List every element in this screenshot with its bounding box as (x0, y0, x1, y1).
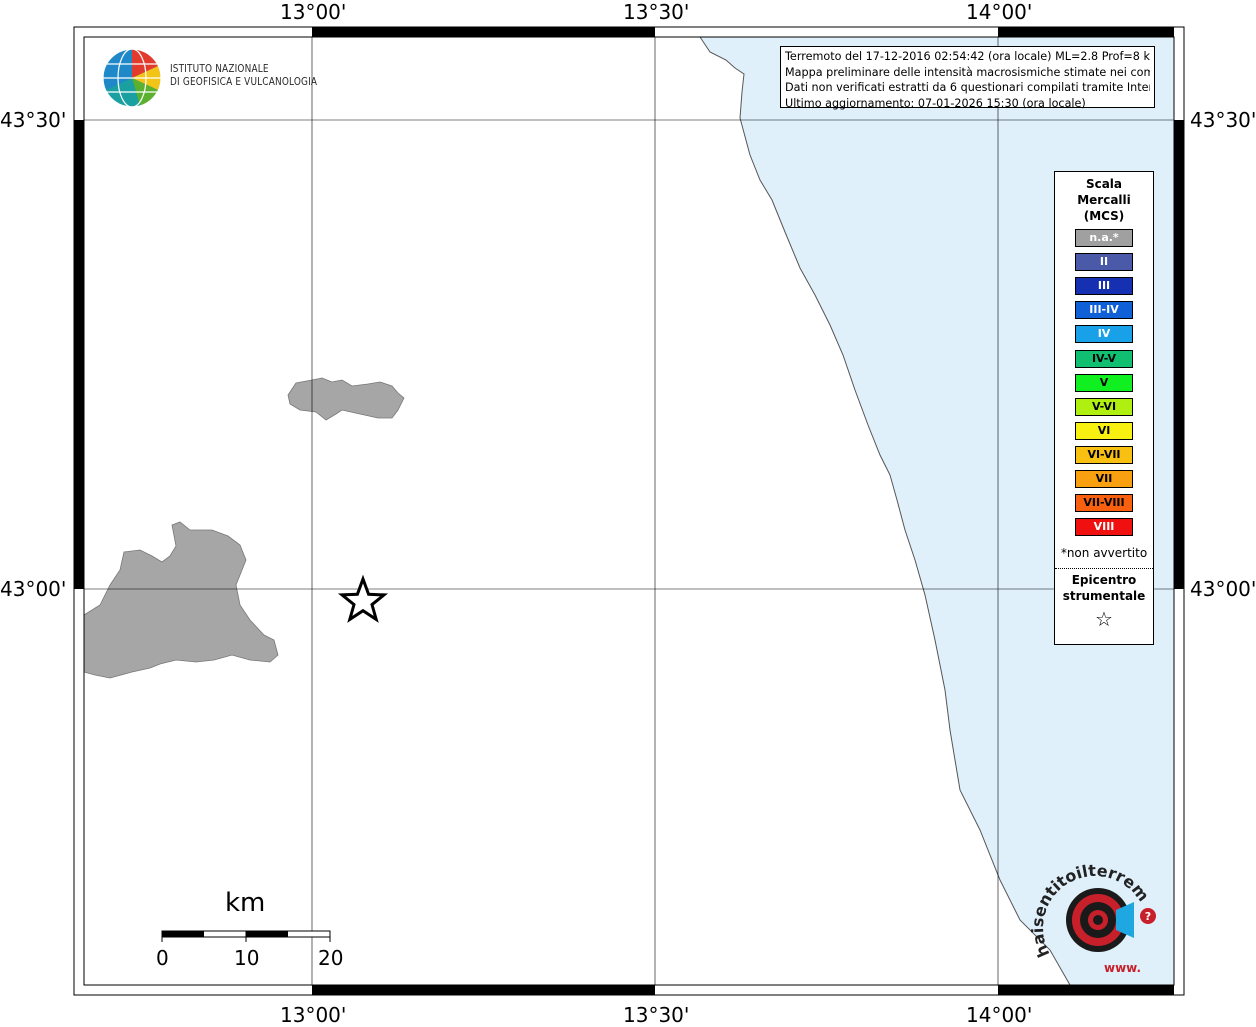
lat-label-left-1: 43°30' (0, 108, 67, 132)
haisentito-logo: ? haisentitoilterremoto.it www. (1023, 839, 1168, 984)
legend-swatch: VII (1075, 470, 1133, 488)
lon-label-top-1: 13°00' (280, 0, 347, 24)
lat-label-left-2: 43°00' (0, 577, 67, 601)
scale-tick-20: 20 (318, 946, 344, 970)
lat-label-right-1: 43°30' (1190, 108, 1256, 132)
legend-star-icon: ☆ (1095, 607, 1113, 631)
legend-swatch: III-IV (1075, 301, 1133, 320)
globe-icon (102, 48, 162, 108)
legend-swatch: VIII (1075, 518, 1133, 537)
legend-swatch: V (1075, 373, 1133, 392)
legend-swatch: II (1075, 253, 1133, 272)
legend-swatch: IV-V (1075, 349, 1133, 368)
legend-epicenter-label: Epicentro strumentale (1062, 573, 1146, 603)
legend-swatch: III (1075, 277, 1133, 296)
lon-label-bottom-3: 14°00' (966, 1003, 1033, 1027)
ingv-name: ISTITUTO NAZIONALE DI GEOFISICA E VULCAN… (170, 63, 318, 88)
intensity-legend: Scala Mercalli (MCS) n.a.* II III III-IV IV I… (1054, 171, 1154, 645)
ingv-logo: ISTITUTO NAZIONALE DI GEOFISICA E VULCAN… (100, 46, 320, 110)
legend-separator (1055, 568, 1153, 569)
scale-bar: km 0 10 20 (156, 888, 350, 970)
legend-swatch: VI (1075, 421, 1133, 440)
haisentito-logo-graphic: ? haisentitoilterremoto.it www. (1023, 839, 1156, 975)
island-large (83, 521, 279, 679)
haisentito-logo-www: www. (1104, 961, 1141, 975)
scale-unit: km (225, 888, 266, 918)
legend-swatch: IV (1075, 325, 1133, 344)
scale-tick-0: 0 (156, 946, 169, 970)
event-info-line2: Mappa preliminare delle intensità macros… (785, 65, 1150, 79)
lon-label-top-2: 13°30' (623, 0, 690, 24)
scale-tick-10: 10 (234, 946, 260, 970)
lon-label-top-3: 14°00' (966, 0, 1033, 24)
lat-label-right-2: 43°00' (1190, 577, 1256, 601)
legend-swatch: VII-VIII (1075, 494, 1133, 513)
legend-swatch: VI-VII (1075, 445, 1133, 464)
legend-note: *non avvertito (1060, 546, 1148, 560)
event-info-line1: Terremoto del 17-12-2016 02:54:42 (ora l… (785, 50, 1150, 63)
lon-label-bottom-2: 13°30' (623, 1003, 690, 1027)
lon-label-bottom-1: 13°00' (280, 1003, 347, 1027)
island-small (287, 377, 405, 421)
legend-swatch: V-VI (1075, 397, 1133, 416)
event-info-line4: Ultimo aggiornamento: 07-01-2026 15:30 (… (785, 96, 1086, 110)
svg-text:?: ? (1145, 910, 1151, 923)
legend-title: Scala Mercalli (MCS) (1077, 177, 1131, 223)
event-info-box: Terremoto del 17-12-2016 02:54:42 (ora l… (780, 46, 1155, 110)
legend-swatch: n.a.* (1075, 229, 1133, 247)
epicenter-star-icon (337, 574, 389, 623)
event-info-line3: Dati non verificati estratti da 6 questi… (785, 81, 1150, 94)
